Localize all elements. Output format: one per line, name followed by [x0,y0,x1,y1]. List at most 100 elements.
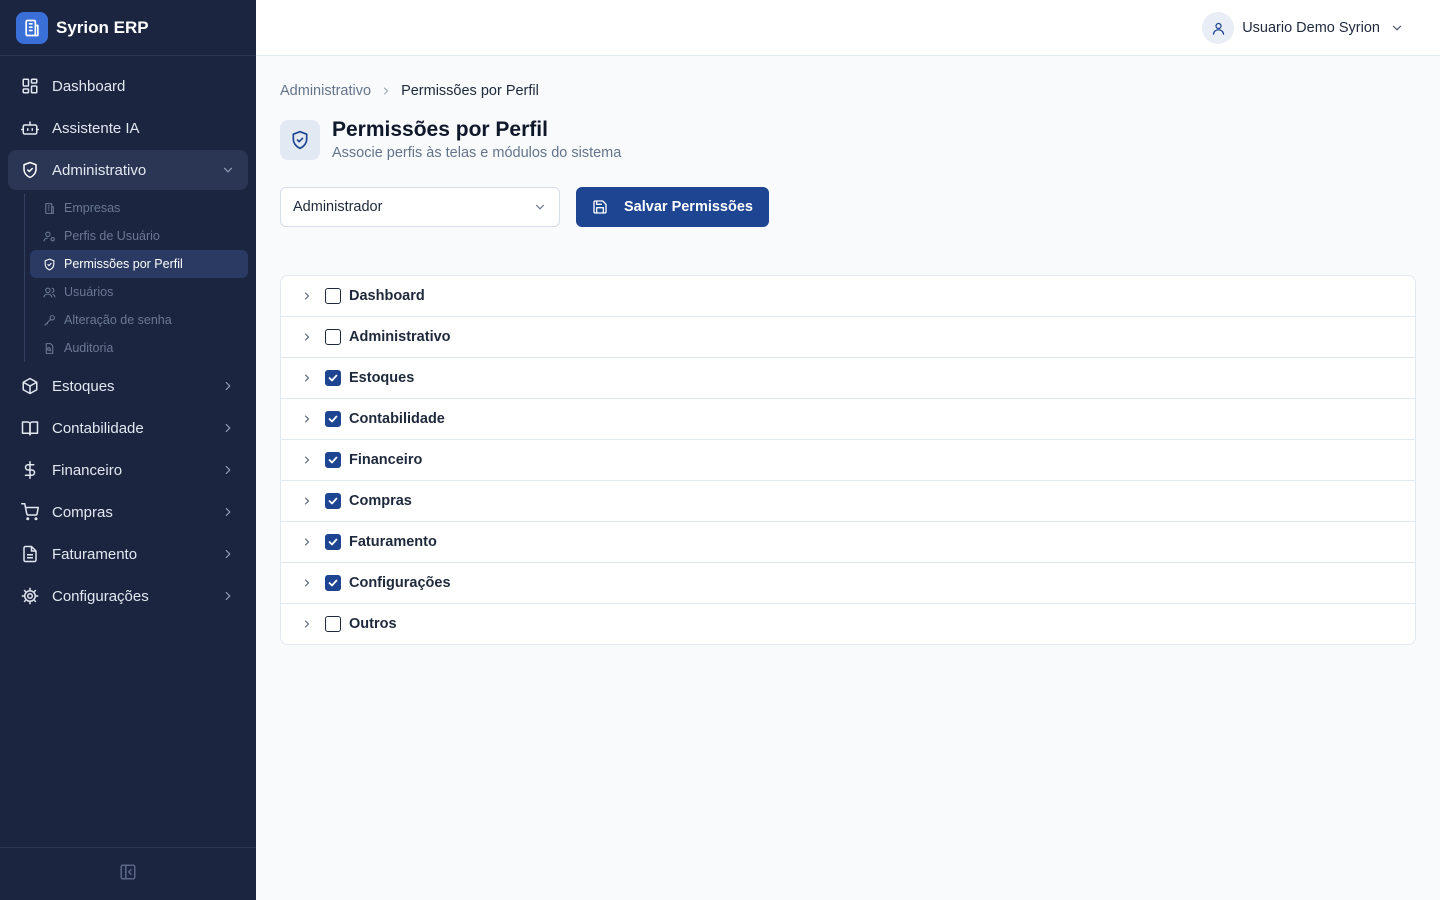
sidebar-item-label: Financeiro [52,461,123,479]
module-label: Faturamento [349,534,437,550]
avatar [1202,12,1235,44]
module-label: Estoques [349,370,415,386]
module-checkbox[interactable] [325,288,341,304]
module-checkbox[interactable] [325,452,341,468]
module-row-financeiro: Financeiro [281,440,1415,481]
subitem-label: Permissões por Perfil [64,257,183,271]
chevron-right-icon[interactable] [301,329,313,345]
dashboard-icon [20,76,40,96]
module-label: Dashboard [349,288,425,304]
chevron-right-icon[interactable] [301,534,313,550]
shield-check-icon [42,257,56,271]
subitem-label: Alteração de senha [64,313,172,327]
module-row-configuracoes: Configurações [281,563,1415,604]
chevron-down-icon [220,162,236,178]
shield-check-icon [20,160,40,180]
submenu-administrativo: Empresas Perfis de Usuário Permissões po… [24,194,248,362]
book-open-icon [20,418,40,438]
page-header: Permissões por Perfil Associe perfis às … [280,117,1416,163]
chevron-right-icon[interactable] [301,616,313,632]
user-name: Usuario Demo Syrion [1242,20,1380,36]
brand[interactable]: Syrion ERP [0,0,256,56]
module-checkbox[interactable] [325,493,341,509]
save-icon [592,199,608,215]
profile-select[interactable]: Administrador [280,187,560,227]
subitem-auditoria[interactable]: Auditoria [30,334,248,362]
module-checkbox[interactable] [325,411,341,427]
chevron-down-icon [533,200,547,214]
sidebar-item-configuracoes[interactable]: Configurações [8,576,248,616]
profile-select-value: Administrador [293,199,383,215]
sidebar-item-financeiro[interactable]: Financeiro [8,450,248,490]
breadcrumb-administrativo[interactable]: Administrativo [280,83,371,99]
subitem-label: Auditoria [64,341,114,355]
module-row-contabilidade: Contabilidade [281,399,1415,440]
save-permissions-button[interactable]: Salvar Permissões [576,187,769,227]
module-row-compras: Compras [281,481,1415,522]
module-row-outros: Outros [281,604,1415,644]
module-row-faturamento: Faturamento [281,522,1415,563]
sidebar-item-contabilidade[interactable]: Contabilidade [8,408,248,448]
chevron-right-icon [220,546,236,562]
package-icon [20,376,40,396]
check-icon [328,497,338,505]
sidebar: Syrion ERP Dashboard Assistente IA Admin… [0,0,256,900]
sidebar-item-estoques[interactable]: Estoques [8,366,248,406]
chevron-right-icon[interactable] [301,575,313,591]
subitem-label: Usuários [64,285,114,299]
module-checkbox[interactable] [325,534,341,550]
chevron-right-icon[interactable] [301,370,313,386]
file-search-icon [42,341,56,355]
chevron-right-icon [220,462,236,478]
module-checkbox[interactable] [325,370,341,386]
chevron-right-icon[interactable] [301,411,313,427]
sidebar-item-administrativo[interactable]: Administrativo [8,150,248,190]
controls-bar: Administrador Salvar Permissões [280,187,1416,227]
module-row-dashboard: Dashboard [281,276,1415,317]
sidebar-item-label: Estoques [52,377,115,395]
file-text-icon [20,544,40,564]
bot-icon [20,118,40,138]
sidebar-item-faturamento[interactable]: Faturamento [8,534,248,574]
subitem-perfis-de-usuario[interactable]: Perfis de Usuário [30,222,248,250]
user-menu[interactable]: Usuario Demo Syrion [1202,12,1404,44]
subitem-usuarios[interactable]: Usuários [30,278,248,306]
module-row-estoques: Estoques [281,358,1415,399]
sidebar-item-label: Assistente IA [52,119,140,137]
chevron-right-icon[interactable] [301,452,313,468]
chevron-right-icon[interactable] [301,493,313,509]
subitem-permissoes-por-perfil[interactable]: Permissões por Perfil [30,250,248,278]
sidebar-item-label: Compras [52,503,113,521]
main-content: Administrativo Permissões por Perfil Per… [256,56,1440,900]
building-icon [42,201,56,215]
page-subtitle: Associe perfis às telas e módulos do sis… [332,145,622,161]
gear-icon [20,586,40,606]
chevron-right-icon[interactable] [301,288,313,304]
module-checkbox[interactable] [325,329,341,345]
shield-check-icon [280,120,320,160]
collapse-sidebar-icon[interactable] [119,863,137,886]
chevron-right-icon [220,420,236,436]
dollar-sign-icon [20,460,40,480]
building-icon [16,11,48,44]
page-title: Permissões por Perfil [332,118,548,141]
sidebar-item-assistente-ia[interactable]: Assistente IA [8,108,248,148]
module-permissions-list: Dashboard Administrativo Estoques Contab… [280,275,1416,645]
module-checkbox[interactable] [325,616,341,632]
chevron-right-icon [220,504,236,520]
topbar: Usuario Demo Syrion [256,0,1440,56]
sidebar-item-compras[interactable]: Compras [8,492,248,532]
subitem-alteracao-de-senha[interactable]: Alteração de senha [30,306,248,334]
key-icon [42,313,56,327]
sidebar-item-dashboard[interactable]: Dashboard [8,66,248,106]
breadcrumb: Administrativo Permissões por Perfil [280,81,1416,101]
chevron-right-icon [380,85,392,97]
module-row-administrativo: Administrativo [281,317,1415,358]
chevron-right-icon [220,378,236,394]
module-label: Administrativo [349,329,451,345]
subitem-empresas[interactable]: Empresas [30,194,248,222]
module-checkbox[interactable] [325,575,341,591]
check-icon [328,456,338,464]
user-cog-icon [42,229,56,243]
breadcrumb-current: Permissões por Perfil [401,83,539,99]
